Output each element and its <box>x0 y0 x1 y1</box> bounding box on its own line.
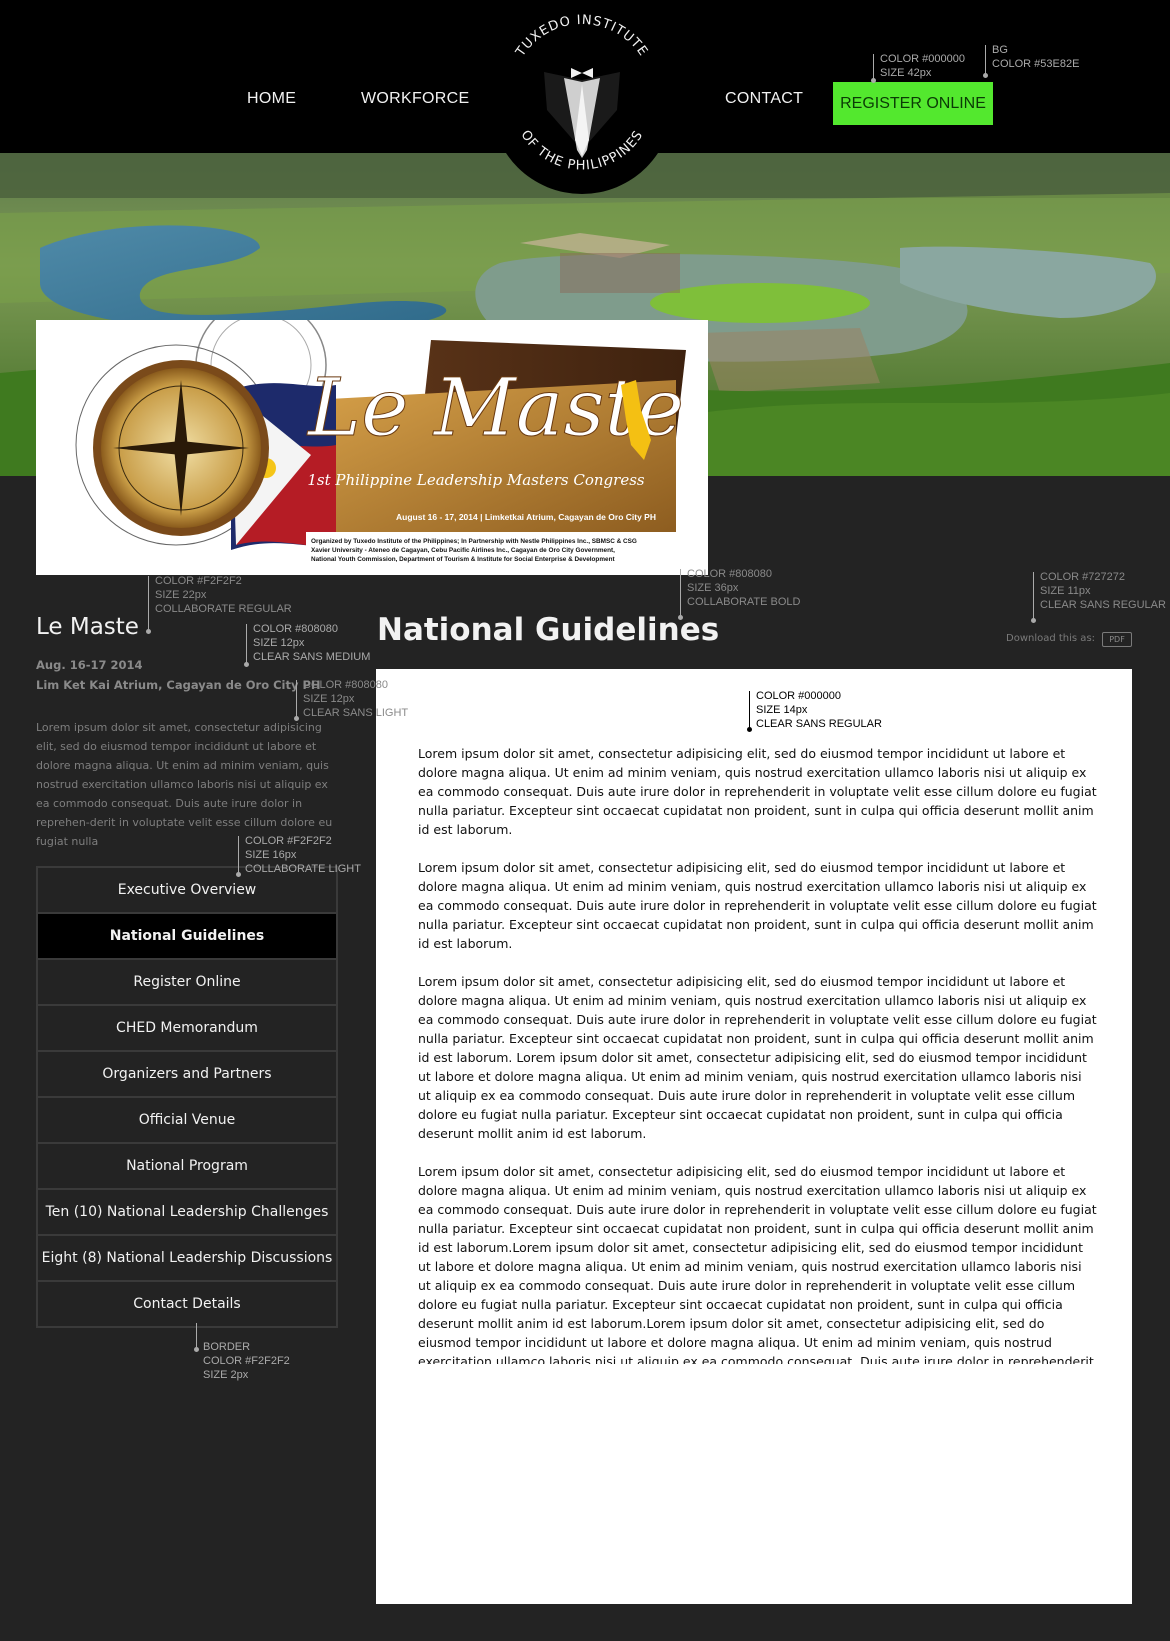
menu-item-organizers-partners[interactable]: Organizers and Partners <box>38 1052 336 1098</box>
annotation-menu-border: BORDER COLOR #F2F2F2 SIZE 2px <box>194 1323 290 1382</box>
download-pdf-button[interactable]: PDF <box>1102 632 1132 647</box>
annotation-event-title: COLOR #F2F2F2 SIZE 22px COLLABORATE REGU… <box>146 574 292 634</box>
menu-item-leadership-challenges[interactable]: Ten (10) National Leadership Challenges <box>38 1190 336 1236</box>
menu-item-contact-details[interactable]: Contact Details <box>38 1282 336 1328</box>
event-date: Aug. 16-17 2014 <box>36 658 143 672</box>
sidebar-menu: Executive Overview National Guidelines R… <box>36 866 338 1328</box>
article-paragraph: Lorem ipsum dolor sit amet, consectetur … <box>418 974 1097 1141</box>
banner-organizers-line-2: Xavier University - Ateneo de Cagayan, C… <box>311 547 615 554</box>
annotation-menu-text: COLOR #F2F2F2 SIZE 16px COLLABORATE LIGH… <box>236 834 361 877</box>
annotation-register-bg: BG COLOR #53E82E <box>983 43 1079 78</box>
banner-organizers-line-1: Organized by Tuxedo Institute of the Phi… <box>311 538 637 545</box>
annotation-body-text: COLOR #000000 SIZE 14px CLEAR SANS REGUL… <box>747 689 882 732</box>
nav-workforce[interactable]: WORKFORCE <box>361 90 469 108</box>
menu-item-national-program[interactable]: National Program <box>38 1144 336 1190</box>
menu-item-ched-memorandum[interactable]: CHED Memorandum <box>38 1006 336 1052</box>
nav-home[interactable]: HOME <box>247 90 296 108</box>
menu-item-register-online[interactable]: Register Online <box>38 960 336 1006</box>
register-online-button[interactable]: REGISTER ONLINE <box>833 82 993 125</box>
event-venue: Lim Ket Kai Atrium, Cagayan de Oro City … <box>36 678 321 692</box>
le-maste-banner-illustration: Le Maste 1st Philippine Leadership Maste… <box>36 320 708 575</box>
page-title: National Guidelines <box>377 612 720 648</box>
article-paragraph: Lorem ipsum dolor sit amet, consectetur … <box>418 1164 1097 1364</box>
banner-subtitle: 1st Philippine Leadership Masters Congre… <box>307 471 645 489</box>
annotation-event-date: COLOR #808080 SIZE 12px CLEAR SANS MEDIU… <box>244 622 370 667</box>
menu-item-leadership-discussions[interactable]: Eight (8) National Leadership Discussion… <box>38 1236 336 1282</box>
tuxedo-institute-logo[interactable]: TUXEDO INSTITUTE OF THE PHILIPPINES <box>489 10 675 203</box>
banner-date-venue: August 16 - 17, 2014 | Limketkai Atrium,… <box>396 512 656 522</box>
content-panel: COLOR #000000 SIZE 14px CLEAR SANS REGUL… <box>376 669 1132 1604</box>
article-body: Lorem ipsum dolor sit amet, consectetur … <box>418 744 1098 1364</box>
annotation-event-desc: COLOR #808080 SIZE 12px CLEAR SANS LIGHT <box>294 678 408 721</box>
menu-item-official-venue[interactable]: Official Venue <box>38 1098 336 1144</box>
download-label: Download this as: <box>1006 633 1096 644</box>
annotation-page-title: COLOR #808080 SIZE 36px COLLABORATE BOLD <box>678 567 801 620</box>
event-description: Lorem ipsum dolor sit amet, consectetur … <box>36 721 333 848</box>
nav-contact[interactable]: CONTACT <box>725 90 803 108</box>
menu-item-national-guidelines[interactable]: National Guidelines <box>38 914 336 960</box>
article-paragraph: Lorem ipsum dolor sit amet, consectetur … <box>418 860 1097 951</box>
article-paragraph: Lorem ipsum dolor sit amet, consectetur … <box>418 746 1097 837</box>
event-title: Le Maste <box>36 614 139 640</box>
banner-organizers-line-3: National Youth Commission, Department of… <box>311 556 615 563</box>
event-banner-image: Le Maste 1st Philippine Leadership Maste… <box>36 320 708 575</box>
annotation-download: COLOR #727272 SIZE 11px CLEAR SANS REGUL… <box>1031 570 1166 623</box>
annotation-register-text: COLOR #000000 SIZE 42px <box>871 52 965 83</box>
